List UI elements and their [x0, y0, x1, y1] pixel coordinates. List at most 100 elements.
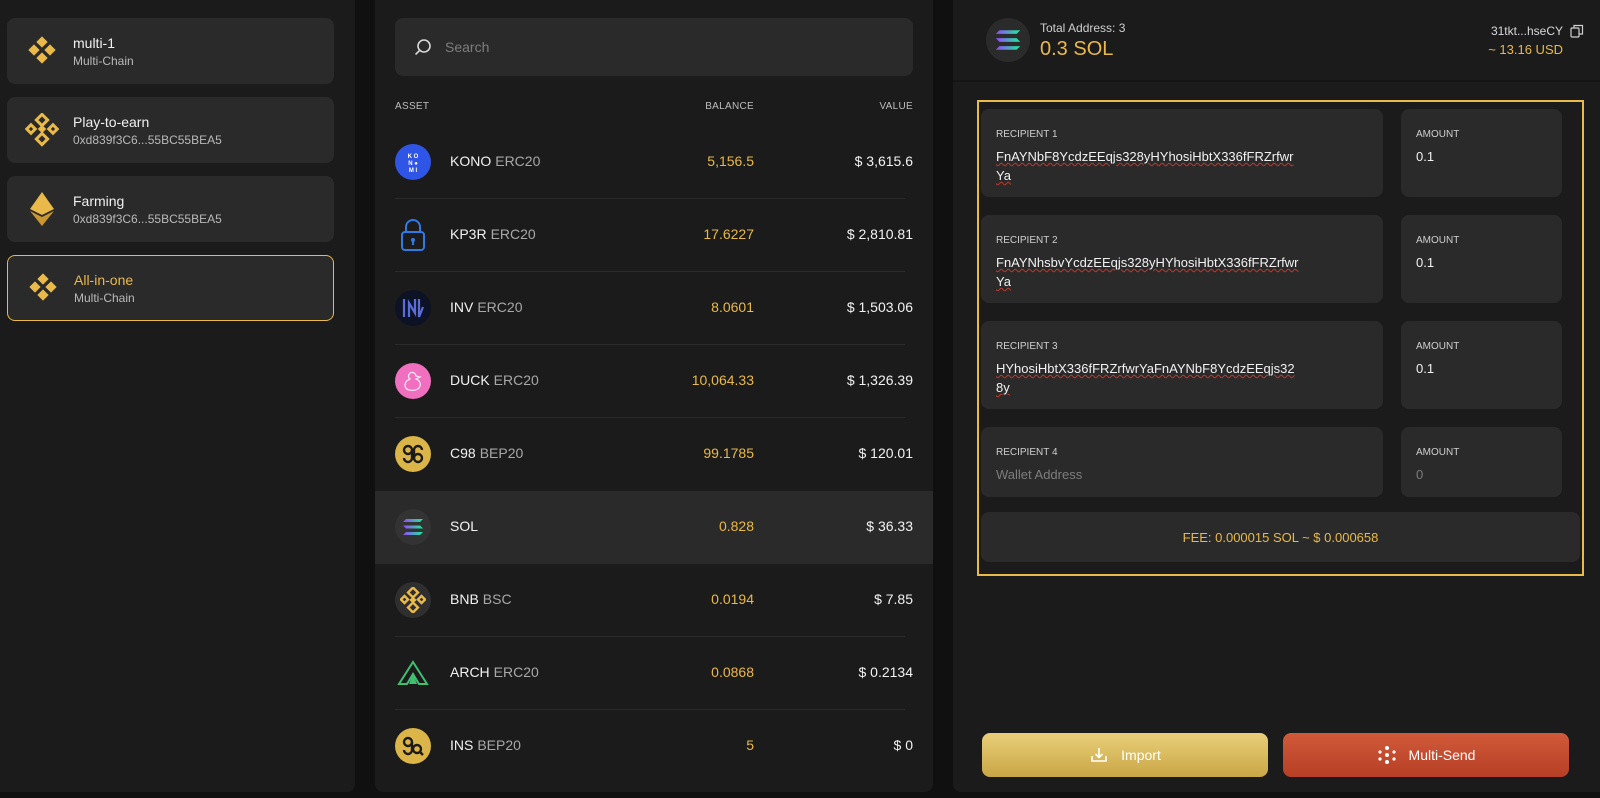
asset-value: $ 1,326.39: [846, 372, 913, 388]
asset-value: $ 2,810.81: [846, 226, 913, 242]
amount-field[interactable]: AMOUNT 0.1: [1401, 109, 1562, 197]
svg-text:K O: K O: [408, 154, 419, 160]
asset-balance: 8.0601: [711, 299, 754, 315]
kono-icon: K ON ● M I: [395, 144, 431, 180]
bnb-icon: [25, 34, 59, 68]
import-label: Import: [1121, 747, 1161, 763]
asset-value: $ 0.2134: [858, 664, 914, 680]
wallet-subtitle: Multi-Chain: [73, 53, 134, 68]
total-amount: 0.3 SOL: [1040, 38, 1114, 60]
asset-balance: 5,156.5: [707, 153, 754, 169]
asset-name: ARCH ERC20: [450, 664, 539, 680]
recipient-address-placeholder[interactable]: Wallet Address: [996, 465, 1301, 484]
recipient-address-field[interactable]: RECIPIENT 1 FnAYNbF8YcdzEEqjs328yHYhosiH…: [981, 109, 1383, 197]
wallet-subtitle: Multi-Chain: [74, 290, 135, 305]
amount-label: AMOUNT: [1416, 341, 1460, 352]
column-header-asset: ASSET: [395, 101, 430, 112]
total-address-label: Total Address: 3: [1040, 21, 1126, 35]
asset-balance: 0.828: [718, 518, 754, 534]
amount-field[interactable]: AMOUNT 0.1: [1401, 215, 1562, 303]
recipient-address[interactable]: HYhosiHbtX336fFRZrfwrYaFnAYNbF8YcdzEEqjs…: [996, 359, 1301, 397]
duck-icon: [395, 363, 431, 399]
svg-text:N ●: N ●: [408, 161, 418, 167]
bnb-icon: [25, 113, 59, 147]
amount-field[interactable]: AMOUNT 0.1: [1401, 321, 1562, 409]
multi-send-button[interactable]: Multi-Send: [1283, 733, 1569, 777]
wallet-item-all-in-one[interactable]: All-in-one Multi-Chain: [7, 255, 334, 321]
asset-row-kp3r[interactable]: KP3R ERC20 17.6227 $ 2,810.81: [375, 199, 933, 272]
asset-row-bnb[interactable]: BNB BSC 0.0194 $ 7.85: [375, 564, 933, 637]
recipient-label: RECIPIENT 4: [996, 447, 1058, 458]
recipients-list: RECIPIENT 1 FnAYNbF8YcdzEEqjs328yHYhosiH…: [977, 100, 1584, 576]
bnb-icon: [26, 271, 60, 305]
asset-row-sol[interactable]: SOL 0.828 $ 36.33: [375, 491, 933, 564]
asset-name: C98 BEP20: [450, 445, 524, 461]
search-icon: [415, 39, 431, 55]
asset-value: $ 36.33: [866, 518, 913, 534]
recipient-address[interactable]: FnAYNhsbvYcdzEEqjs328yHYhosiHbtX336fFRZr…: [996, 253, 1301, 291]
fee-display: FEE: 0.000015 SOL ~ $ 0.000658: [981, 512, 1580, 562]
asset-name: DUCK ERC20: [450, 372, 539, 388]
recipient-label: RECIPIENT 1: [996, 129, 1058, 140]
app: multi-1 Multi-Chain Play-to-earn 0xd839f…: [0, 0, 1600, 798]
asset-row-c98[interactable]: C98 BEP20 99.1785 $ 120.01: [375, 418, 933, 491]
import-button[interactable]: Import: [982, 733, 1268, 777]
amount-value[interactable]: 0.1: [1416, 359, 1600, 378]
asset-row-ins[interactable]: INS BEP20 5 $ 0: [375, 710, 933, 783]
amount-label: AMOUNT: [1416, 447, 1460, 458]
asset-value: $ 3,615.6: [854, 153, 913, 169]
ins-icon: [395, 728, 431, 764]
search-bar[interactable]: [395, 18, 913, 76]
recipient-address[interactable]: FnAYNbF8YcdzEEqjs328yHYhosiHbtX336fFRZrf…: [996, 147, 1301, 185]
sol-icon: [395, 509, 431, 545]
wallet-name: All-in-one: [74, 271, 134, 288]
inv-icon: [395, 290, 431, 326]
usd-value: ~ 13.16 USD: [1488, 42, 1563, 57]
recipient-label: RECIPIENT 3: [996, 341, 1058, 352]
multi-send-icon: [1377, 746, 1396, 764]
wallet-subtitle: 0xd839f3C6...55BC55BEA5: [73, 211, 222, 226]
asset-row-duck[interactable]: DUCK ERC20 10,064.33 $ 1,326.39: [375, 345, 933, 418]
wallet-item-farming[interactable]: Farming 0xd839f3C6...55BC55BEA5: [7, 176, 334, 242]
wallet-subtitle: 0xd839f3C6...55BC55BEA5: [73, 132, 222, 147]
asset-value: $ 7.85: [874, 591, 913, 607]
bnb-icon: [395, 582, 431, 618]
wallet-list: multi-1 Multi-Chain Play-to-earn 0xd839f…: [0, 0, 355, 792]
recipient-address-field[interactable]: RECIPIENT 4 Wallet Address: [981, 427, 1383, 497]
arch-icon: [395, 655, 431, 691]
amount-value[interactable]: 0.1: [1416, 147, 1600, 166]
asset-balance: 10,064.33: [691, 372, 754, 388]
asset-balance: 17.6227: [703, 226, 754, 242]
wallet-item-play-to-earn[interactable]: Play-to-earn 0xd839f3C6...55BC55BEA5: [7, 97, 334, 163]
asset-balance: 0.0194: [711, 591, 754, 607]
sol-icon: [986, 18, 1030, 62]
asset-name: KONO ERC20: [450, 153, 541, 169]
recipient-address-field[interactable]: RECIPIENT 3 HYhosiHbtX336fFRZrfwrYaFnAYN…: [981, 321, 1383, 409]
wallet-item-multi-1[interactable]: multi-1 Multi-Chain: [7, 18, 334, 84]
amount-label: AMOUNT: [1416, 129, 1460, 140]
asset-balance: 0.0868: [711, 664, 754, 680]
import-icon: [1091, 748, 1107, 762]
asset-name: INV ERC20: [450, 299, 523, 315]
asset-panel: ASSET BALANCE VALUE K ON ●M I KONOERC20 …: [375, 0, 933, 792]
asset-value: $ 0: [893, 737, 913, 753]
amount-label: AMOUNT: [1416, 235, 1460, 246]
lock-icon: [395, 217, 431, 253]
asset-balance: 99.1785: [703, 445, 754, 461]
amount-field[interactable]: AMOUNT 0: [1401, 427, 1562, 497]
search-input[interactable]: [445, 39, 885, 55]
c98-icon: [395, 436, 431, 472]
asset-row-kono[interactable]: K ON ● M I KONO ERC20 5,156.5 $ 3,615.6: [375, 126, 933, 199]
copy-icon[interactable]: [1570, 24, 1584, 38]
asset-name: KP3R ERC20: [450, 226, 536, 242]
recipient-label: RECIPIENT 2: [996, 235, 1058, 246]
asset-row-inv[interactable]: INV ERC20 8.0601 $ 1,503.06: [375, 272, 933, 345]
recipient-address-field[interactable]: RECIPIENT 2 FnAYNhsbvYcdzEEqjs328yHYhosi…: [981, 215, 1383, 303]
asset-value: $ 1,503.06: [846, 299, 913, 315]
asset-row-arch[interactable]: ARCH ERC20 0.0868 $ 0.2134: [375, 637, 933, 710]
amount-value[interactable]: 0.1: [1416, 253, 1600, 272]
asset-balance: 5: [746, 737, 754, 753]
multisend-panel: Total Address: 3 0.3 SOL 31tkt...hseCY ~…: [953, 0, 1600, 792]
column-header-value: VALUE: [879, 101, 913, 112]
amount-placeholder[interactable]: 0: [1416, 465, 1600, 484]
